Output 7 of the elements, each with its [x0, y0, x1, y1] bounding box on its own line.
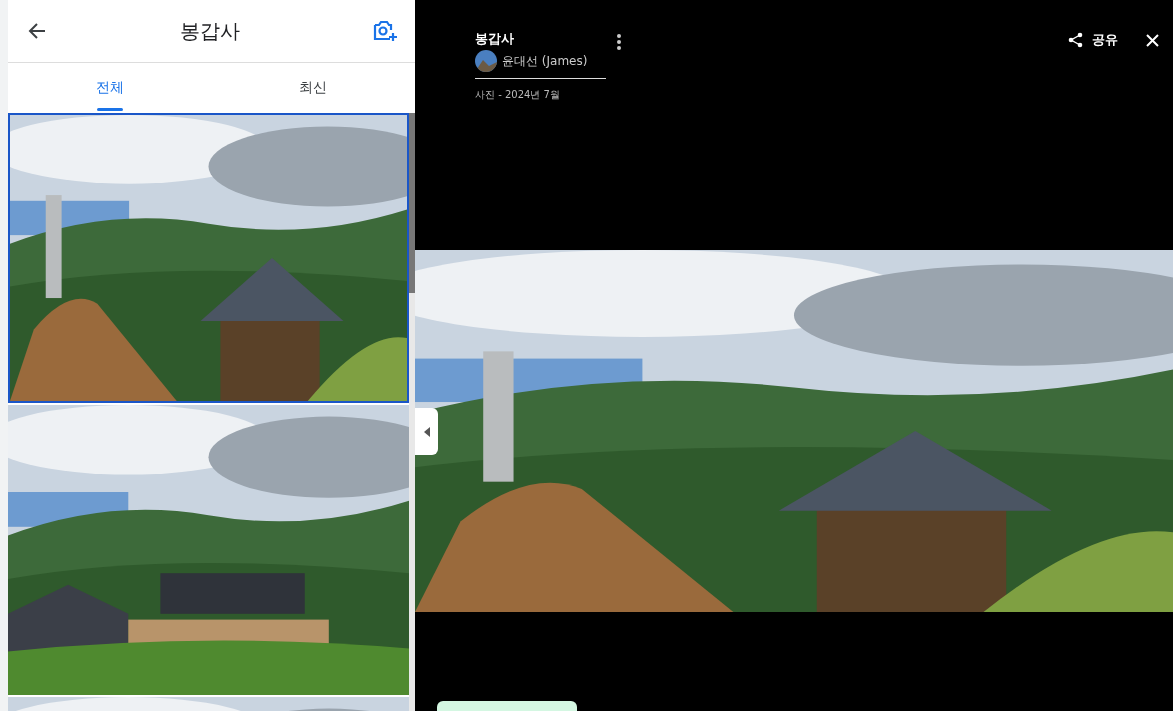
tab[interactable]: 최신: [211, 63, 415, 113]
share-button[interactable]: 공유: [1068, 31, 1118, 49]
photo-title: 봉갑사: [475, 30, 515, 48]
tab[interactable]: 전체: [8, 63, 212, 113]
photo-date: 사진 - 2024년 7월: [475, 88, 561, 102]
owner-name: 윤대선 (James): [502, 52, 588, 70]
album-title: 봉갑사: [179, 17, 240, 45]
